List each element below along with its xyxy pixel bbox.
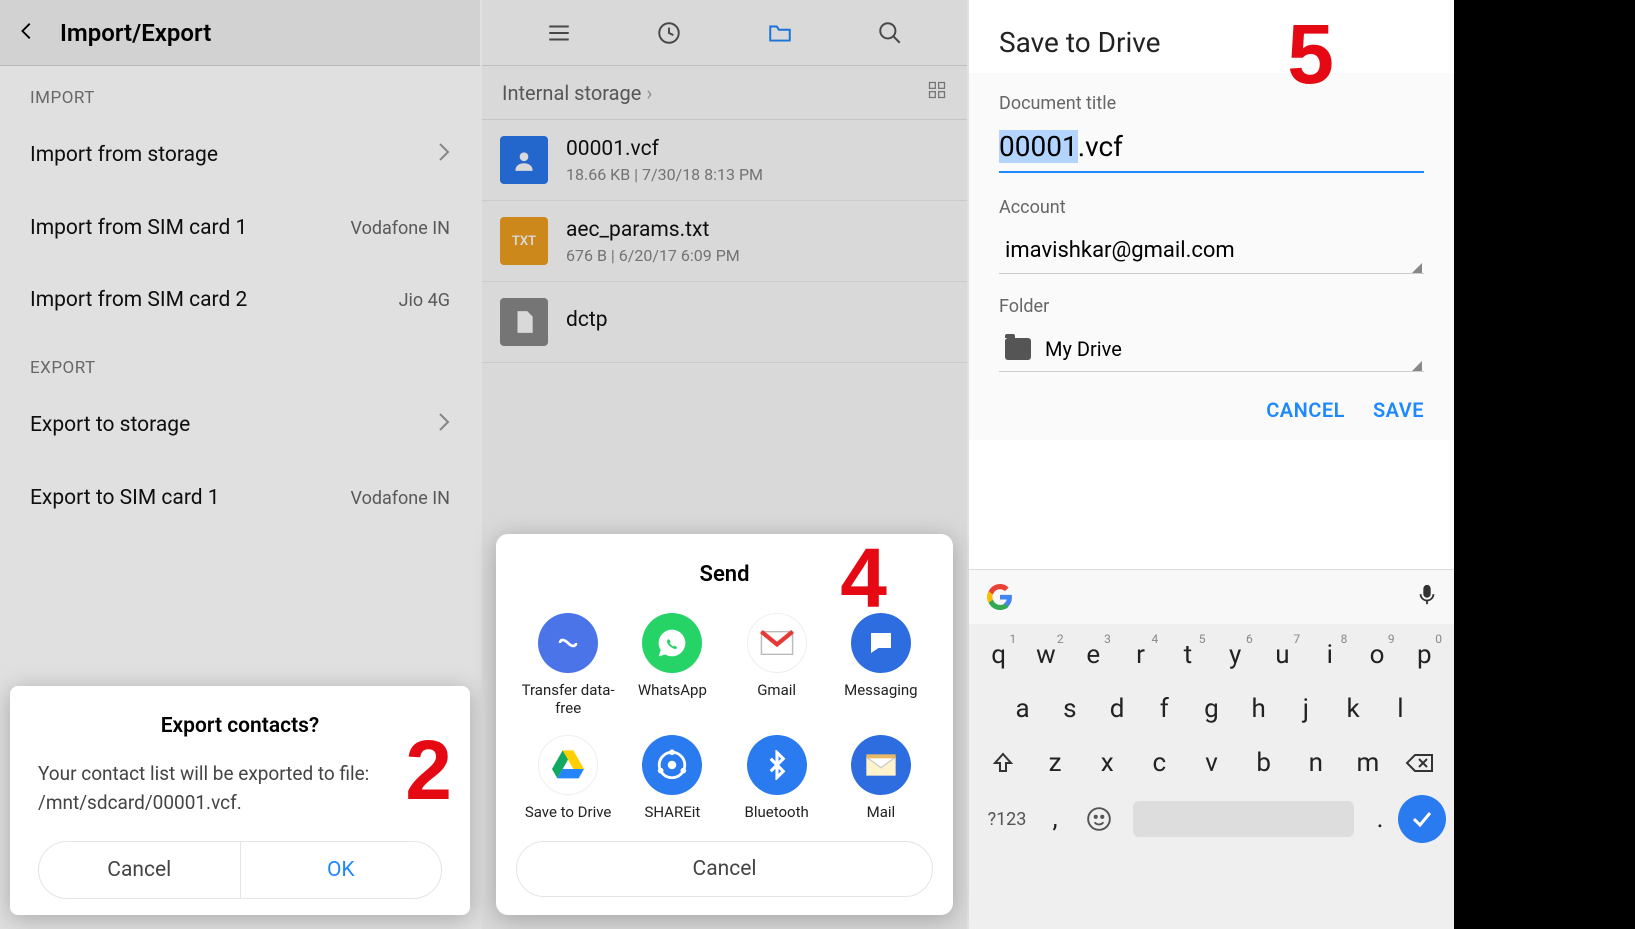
share-app-gmail[interactable]: Gmail	[725, 613, 829, 717]
share-sheet: Send 4 Transfer data-free WhatsApp Gmail…	[496, 534, 953, 915]
key-l[interactable]: l	[1377, 684, 1424, 734]
account-label: Account	[999, 197, 1424, 218]
doc-title-input[interactable]: 00001.vcf	[999, 124, 1424, 173]
app-label: Messaging	[844, 681, 917, 699]
share-app-messaging[interactable]: Messaging	[829, 613, 933, 717]
mic-icon[interactable]	[1416, 582, 1438, 612]
key-v[interactable]: v	[1185, 738, 1237, 788]
doc-title-label: Document title	[999, 93, 1424, 114]
share-app-mail[interactable]: Mail	[829, 735, 933, 821]
key-n[interactable]: n	[1290, 738, 1342, 788]
save-button[interactable]: SAVE	[1373, 398, 1424, 422]
dialog-body: Your contact list will be exported to fi…	[38, 760, 442, 817]
key-h[interactable]: h	[1235, 684, 1282, 734]
backspace-key[interactable]	[1394, 751, 1446, 775]
account-dropdown[interactable]: imavishkar@gmail.com	[999, 228, 1424, 274]
share-app-shareit[interactable]: SHAREit	[620, 735, 724, 821]
panel-save-to-drive: Save to Drive 5 Document title 00001.vcf…	[969, 0, 1454, 929]
mail-icon	[851, 735, 911, 795]
period-key[interactable]: .	[1362, 794, 1398, 844]
cancel-button[interactable]: Cancel	[38, 841, 240, 899]
share-app-bluetooth[interactable]: Bluetooth	[725, 735, 829, 821]
key-y[interactable]: y6	[1211, 630, 1258, 680]
key-r[interactable]: r4	[1117, 630, 1164, 680]
share-app-drive[interactable]: Save to Drive	[516, 735, 620, 821]
panel-import-export: Import/Export IMPORT Import from storage…	[0, 0, 480, 929]
shareit-icon	[642, 735, 702, 795]
whatsapp-icon	[642, 613, 702, 673]
key-t[interactable]: t5	[1164, 630, 1211, 680]
google-icon[interactable]	[985, 582, 1015, 612]
key-f[interactable]: f	[1141, 684, 1188, 734]
app-label: Transfer data-free	[516, 681, 620, 717]
key-a[interactable]: a	[999, 684, 1046, 734]
export-confirm-dialog: Export contacts? Your contact list will …	[10, 686, 470, 915]
cancel-button[interactable]: Cancel	[516, 841, 933, 897]
comma-key[interactable]: ,	[1037, 794, 1073, 844]
ok-button[interactable]: OK	[240, 841, 443, 899]
share-app-transfer[interactable]: Transfer data-free	[516, 613, 620, 717]
key-u[interactable]: u7	[1259, 630, 1306, 680]
key-b[interactable]: b	[1238, 738, 1290, 788]
dialog-title: Export contacts?	[38, 714, 442, 738]
key-c[interactable]: c	[1133, 738, 1185, 788]
key-s[interactable]: s	[1046, 684, 1093, 734]
drive-icon	[538, 735, 598, 795]
app-label: SHAREit	[644, 803, 700, 821]
space-key[interactable]	[1133, 801, 1354, 837]
folder-dropdown[interactable]: My Drive	[999, 327, 1424, 372]
emoji-key[interactable]	[1073, 806, 1125, 832]
shift-key[interactable]	[977, 751, 1029, 775]
step-number: 2	[405, 722, 452, 819]
key-m[interactable]: m	[1342, 738, 1394, 788]
dropdown-icon	[1412, 263, 1422, 273]
keyboard: q1 w2 e3 r4 t5 y6 u7 i8 o9 p0 a s d f g …	[969, 569, 1454, 929]
panel-file-manager: Internal storage › 00001.vcf 18.66 KB | …	[482, 0, 967, 929]
transfer-icon	[538, 613, 598, 673]
app-label: Mail	[867, 803, 896, 821]
app-label: Bluetooth	[744, 803, 808, 821]
key-w[interactable]: w2	[1022, 630, 1069, 680]
key-q[interactable]: q1	[975, 630, 1022, 680]
keyboard-row-1: q1 w2 e3 r4 t5 y6 u7 i8 o9 p0	[969, 624, 1454, 680]
key-i[interactable]: i8	[1306, 630, 1353, 680]
dropdown-icon	[1412, 361, 1422, 371]
doc-title-selected: 00001	[999, 130, 1078, 163]
keyboard-row-4: ?123 , .	[969, 788, 1454, 850]
cancel-button[interactable]: CANCEL	[1266, 398, 1345, 422]
key-j[interactable]: j	[1282, 684, 1329, 734]
doc-title-rest: .vcf	[1078, 130, 1123, 163]
account-value: imavishkar@gmail.com	[1005, 238, 1235, 263]
key-d[interactable]: d	[1093, 684, 1140, 734]
key-p[interactable]: p0	[1401, 630, 1448, 680]
folder-value: My Drive	[1045, 337, 1122, 361]
step-number: 4	[840, 530, 887, 627]
app-label: WhatsApp	[638, 681, 707, 699]
key-g[interactable]: g	[1188, 684, 1235, 734]
key-e[interactable]: e3	[1070, 630, 1117, 680]
folder-icon	[1005, 338, 1031, 360]
key-o[interactable]: o9	[1353, 630, 1400, 680]
bluetooth-icon	[747, 735, 807, 795]
app-label: Save to Drive	[525, 803, 612, 821]
folder-label: Folder	[999, 296, 1424, 317]
key-z[interactable]: z	[1029, 738, 1081, 788]
symbols-key[interactable]: ?123	[977, 809, 1037, 830]
app-label: Gmail	[757, 681, 796, 699]
share-app-whatsapp[interactable]: WhatsApp	[620, 613, 724, 717]
page-title: Save to Drive	[969, 0, 1454, 73]
key-x[interactable]: x	[1081, 738, 1133, 788]
keyboard-row-2: a s d f g h j k l	[969, 680, 1454, 734]
gmail-icon	[747, 613, 807, 673]
step-number: 5	[1287, 6, 1334, 103]
enter-key[interactable]	[1398, 795, 1446, 843]
key-k[interactable]: k	[1330, 684, 1377, 734]
keyboard-row-3: z x c v b n m	[969, 734, 1454, 788]
